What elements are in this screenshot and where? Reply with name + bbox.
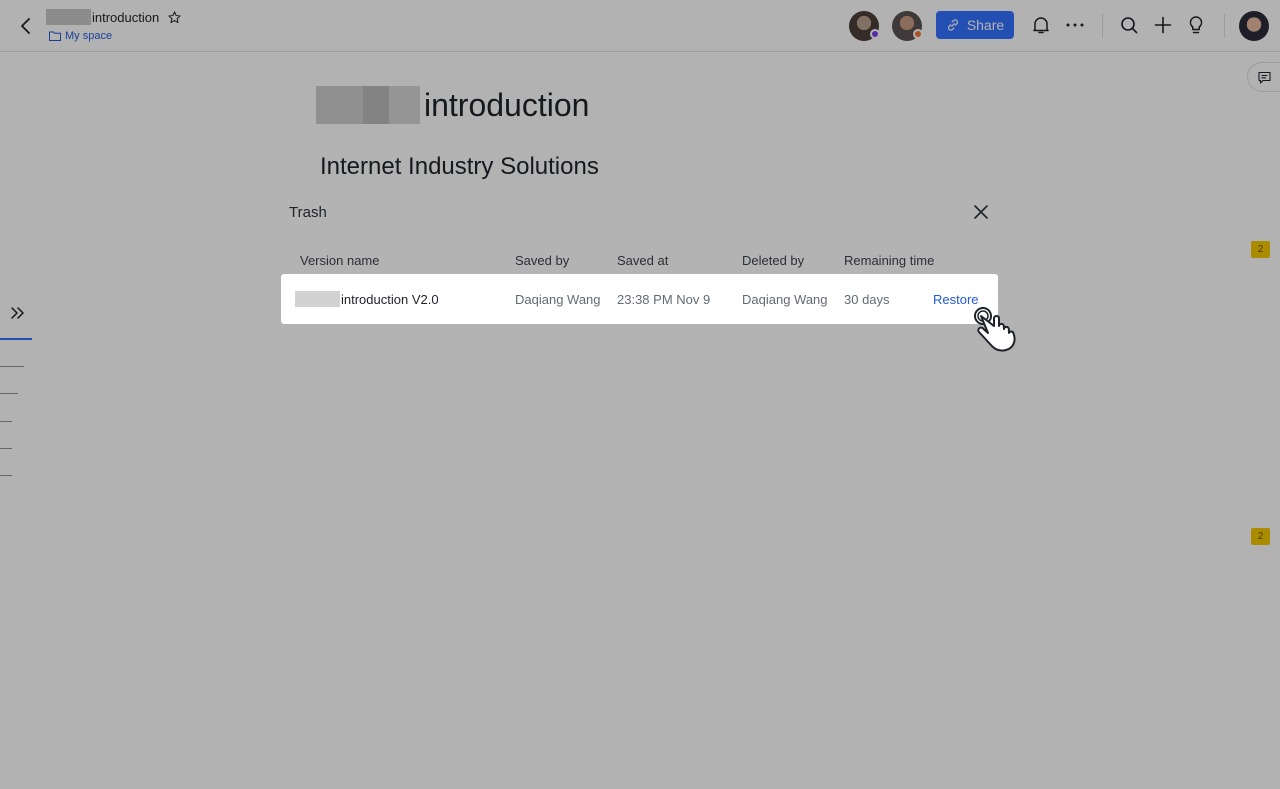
- column-header-saved-at: Saved at: [617, 253, 669, 268]
- saved-by-cell: Daqiang Wang: [515, 292, 601, 307]
- table-row[interactable]: introduction V2.0 Daqiang Wang 23:38 PM …: [281, 274, 998, 324]
- restore-button[interactable]: Restore: [933, 292, 979, 307]
- column-header-version-name: Version name: [300, 253, 380, 268]
- close-icon[interactable]: [971, 202, 991, 222]
- trash-dialog: Trash Version name Saved by Saved at Del…: [268, 180, 1015, 606]
- deleted-by-cell: Daqiang Wang: [742, 292, 828, 307]
- version-name-cell: introduction V2.0: [295, 291, 439, 307]
- dialog-title: Trash: [289, 204, 327, 221]
- redacted-name-prefix: [295, 291, 340, 307]
- column-header-saved-by: Saved by: [515, 253, 570, 268]
- remaining-time-cell: 30 days: [844, 292, 890, 307]
- column-header-deleted-by: Deleted by: [742, 253, 805, 268]
- version-name: introduction V2.0: [341, 291, 439, 307]
- column-header-remaining-time: Remaining time: [844, 253, 935, 268]
- saved-at-cell: 23:38 PM Nov 9: [617, 292, 711, 307]
